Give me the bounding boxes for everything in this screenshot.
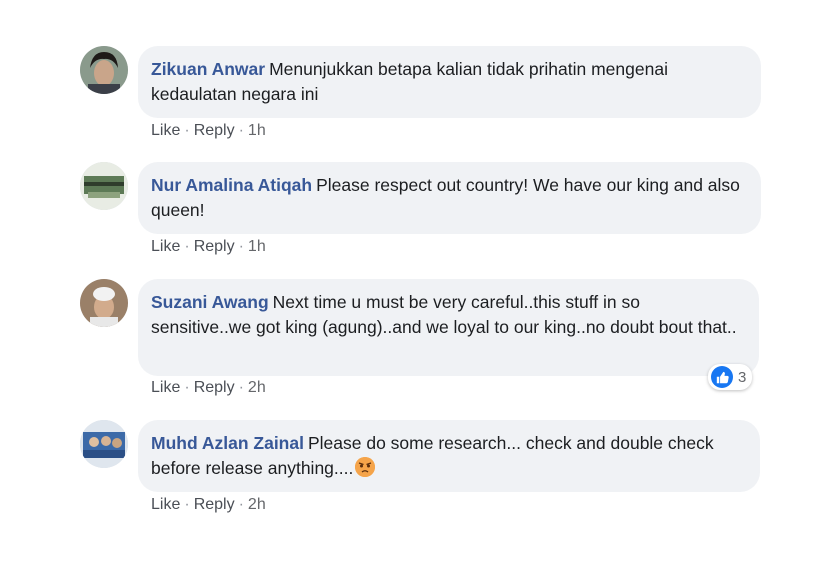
- reply-button[interactable]: Reply: [194, 496, 235, 513]
- thumbs-up-icon: [711, 366, 733, 388]
- avatar[interactable]: [80, 46, 128, 94]
- separator: ·: [184, 496, 190, 513]
- comment-actions: Like · Reply · 1h: [151, 238, 266, 256]
- comment-bubble: Muhd Azlan Zainal Please do some research…: [138, 420, 760, 492]
- comment-bubble: Suzani Awang Next time u must be very car…: [138, 279, 759, 376]
- reaction-badge[interactable]: 3: [708, 364, 753, 390]
- separator: ·: [238, 379, 244, 396]
- reply-button[interactable]: Reply: [194, 122, 235, 139]
- separator: ·: [238, 238, 244, 255]
- comment-timestamp[interactable]: 1h: [248, 238, 266, 255]
- like-button[interactable]: Like: [151, 496, 180, 513]
- separator: ·: [184, 122, 190, 139]
- comment-author[interactable]: Zikuan Anwar: [151, 59, 265, 79]
- comment-bubble: Nur Amalina Atiqah Please respect out cou…: [138, 162, 761, 234]
- comment-timestamp[interactable]: 2h: [248, 496, 266, 513]
- comment-actions: Like · Reply · 2h: [151, 496, 266, 514]
- separator: ·: [238, 496, 244, 513]
- comment-actions: Like · Reply · 2h: [151, 379, 266, 397]
- like-button[interactable]: Like: [151, 379, 180, 396]
- reply-button[interactable]: Reply: [194, 379, 235, 396]
- separator: ·: [184, 379, 190, 396]
- comment-actions: Like · Reply · 1h: [151, 122, 266, 140]
- separator: ·: [238, 122, 244, 139]
- avatar[interactable]: [80, 420, 128, 468]
- angry-face-emoji-icon: [355, 457, 376, 477]
- comment-bubble: Zikuan Anwar Menunjukkan betapa kalian ti…: [138, 46, 761, 118]
- comment-author[interactable]: Suzani Awang: [151, 292, 269, 312]
- comment-author[interactable]: Nur Amalina Atiqah: [151, 175, 312, 195]
- comment-timestamp[interactable]: 2h: [248, 379, 266, 396]
- avatar[interactable]: [80, 279, 128, 327]
- reaction-count: 3: [738, 368, 747, 386]
- like-button[interactable]: Like: [151, 122, 180, 139]
- comment-author[interactable]: Muhd Azlan Zainal: [151, 433, 304, 453]
- like-button[interactable]: Like: [151, 238, 180, 255]
- separator: ·: [184, 238, 190, 255]
- reply-button[interactable]: Reply: [194, 238, 235, 255]
- avatar[interactable]: [80, 162, 128, 210]
- comment-timestamp[interactable]: 1h: [248, 122, 266, 139]
